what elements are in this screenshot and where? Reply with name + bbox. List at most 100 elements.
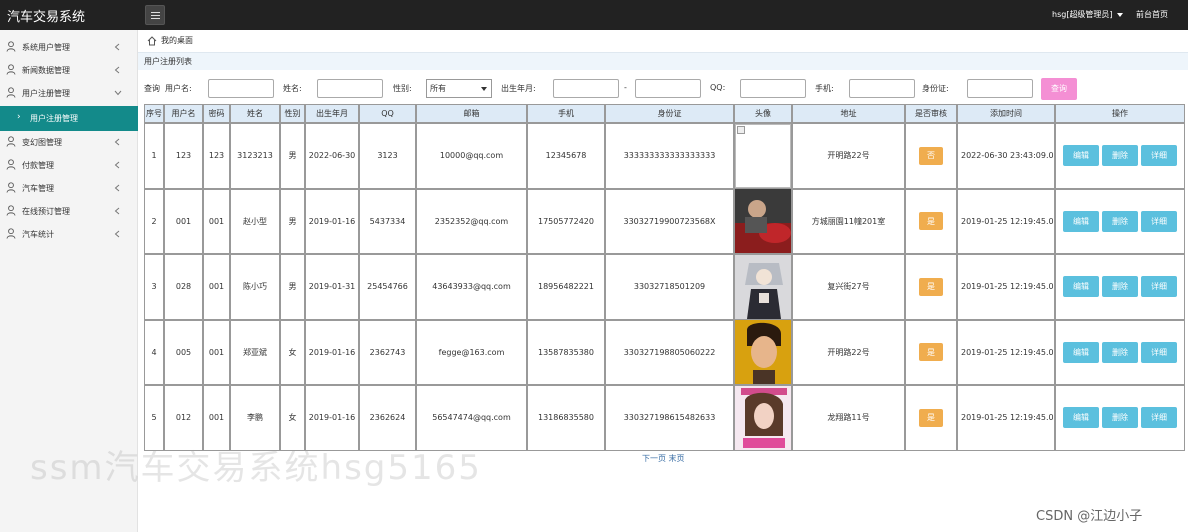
edit-button[interactable]: 编辑	[1063, 407, 1099, 429]
broken-image-icon	[737, 125, 745, 134]
idcard-label: 身份证:	[922, 84, 949, 93]
sidebar-item-label: 汽车管理	[22, 183, 54, 193]
delete-button[interactable]: 删除	[1102, 145, 1138, 167]
sidebar-item-label: 付款管理	[22, 160, 54, 170]
detail-button[interactable]: 详细	[1141, 145, 1177, 167]
chevron-left-icon	[114, 138, 120, 146]
delete-button[interactable]: 删除	[1102, 276, 1138, 298]
avatar	[735, 189, 791, 254]
edit-button[interactable]: 编辑	[1063, 276, 1099, 298]
sidebar-item-label: 用户注册管理	[22, 88, 70, 98]
sidebar-item-payment[interactable]: 付款管理	[0, 154, 138, 176]
edit-button[interactable]: 编辑	[1063, 145, 1099, 167]
qq-input[interactable]	[740, 79, 806, 98]
table-cell: 2	[144, 188, 164, 254]
table-cell: 5437334	[359, 188, 416, 254]
chevron-left-icon	[114, 66, 120, 74]
column-header: 手机	[527, 104, 605, 123]
table-cell: 001	[203, 188, 230, 254]
detail-button[interactable]: 详细	[1141, 341, 1177, 363]
audit-badge[interactable]: 是	[919, 343, 943, 362]
detail-button[interactable]: 详细	[1141, 210, 1177, 232]
sidebar-item-news-data[interactable]: 新闻数据管理	[0, 59, 138, 81]
front-page-link[interactable]: 前台首页	[1136, 9, 1168, 20]
video-watermark: ssm汽车交易系统hsg5165	[30, 448, 482, 488]
table-cell: 是	[905, 188, 957, 254]
phone-input[interactable]	[849, 79, 915, 98]
chevron-left-icon	[114, 161, 120, 169]
avatar-cell	[734, 188, 792, 254]
table-cell: 2362743	[359, 319, 416, 385]
user-icon	[6, 64, 16, 75]
sidebar-item-carousel[interactable]: 变幻图管理	[0, 131, 138, 153]
table-cell: 2352352@qq.com	[416, 188, 527, 254]
user-menu[interactable]: hsg[超级管理员]	[1052, 9, 1123, 20]
birth-start-input[interactable]	[553, 79, 619, 98]
user-icon	[6, 87, 16, 98]
column-header: QQ	[359, 104, 416, 123]
detail-button[interactable]: 详细	[1141, 276, 1177, 298]
table-cell: 是	[905, 319, 957, 385]
sidebar-item-system-users[interactable]: 系统用户管理	[0, 36, 138, 58]
table-cell: 开明路22号	[792, 319, 905, 385]
table-cell: 3123	[359, 123, 416, 189]
column-header: 姓名	[230, 104, 280, 123]
table-cell: 方城丽園11幢201室	[792, 188, 905, 254]
table-cell: 333333333333333333	[605, 123, 734, 189]
search-button[interactable]: 查询	[1041, 78, 1077, 100]
table-cell: 3123213	[230, 123, 280, 189]
sidebar-item-car[interactable]: 汽车管理	[0, 177, 138, 199]
audit-badge[interactable]: 是	[919, 277, 943, 296]
delete-button[interactable]: 删除	[1102, 407, 1138, 429]
sidebar-item-online-booking[interactable]: 在线预订管理	[0, 200, 138, 222]
username-input[interactable]	[208, 79, 274, 98]
detail-button[interactable]: 详细	[1141, 407, 1177, 429]
column-header: 序号	[144, 104, 164, 123]
pagination[interactable]: 下一页 末页	[642, 453, 685, 464]
birth-label: 出生年月:	[501, 84, 536, 93]
breadcrumb-home[interactable]: 我的桌面	[161, 35, 193, 46]
table-cell: 2019-01-16	[305, 319, 359, 385]
audit-badge[interactable]: 是	[919, 408, 943, 427]
edit-button[interactable]: 编辑	[1063, 210, 1099, 232]
birth-end-input[interactable]	[635, 79, 701, 98]
row-actions: 编辑 删除 详细	[1055, 385, 1185, 451]
avatar-cell	[734, 123, 792, 189]
column-header: 添加时间	[957, 104, 1055, 123]
column-header: 邮箱	[416, 104, 527, 123]
column-header: 头像	[734, 104, 792, 123]
avatar-cell	[734, 254, 792, 320]
edit-button[interactable]: 编辑	[1063, 341, 1099, 363]
audit-badge[interactable]: 是	[919, 212, 943, 231]
avatar	[735, 385, 791, 450]
csdn-credit: CSDN @江边小子	[1036, 509, 1143, 524]
sidebar-subitem-user-registration[interactable]: › 用户注册管理	[0, 106, 138, 131]
user-icon	[6, 136, 16, 147]
row-actions: 编辑 删除 详细	[1055, 123, 1185, 189]
menu-toggle-button[interactable]	[145, 5, 165, 25]
table-cell: 33032718501209	[605, 254, 734, 320]
panel-title-text: 用户注册列表	[144, 57, 192, 66]
sidebar-item-user-registration[interactable]: 用户注册管理	[0, 82, 138, 104]
idcard-input[interactable]	[967, 79, 1033, 98]
table-cell: 2019-01-25 12:19:45.0	[957, 385, 1055, 451]
user-icon	[6, 41, 16, 52]
sidebar-item-label: 在线预订管理	[22, 206, 70, 216]
name-input[interactable]	[317, 79, 383, 98]
top-bar: 汽车交易系统 hsg[超级管理员] 前台首页	[0, 0, 1188, 30]
user-icon	[6, 228, 16, 239]
gender-select-value: 所有	[430, 84, 446, 93]
sidebar-item-car-stats[interactable]: 汽车统计	[0, 223, 138, 245]
table-cell: 25454766	[359, 254, 416, 320]
table-cell: 2019-01-25 12:19:45.0	[957, 188, 1055, 254]
avatar	[735, 254, 791, 319]
delete-button[interactable]: 删除	[1102, 210, 1138, 232]
table-cell: 3	[144, 254, 164, 320]
table-cell: 男	[280, 123, 305, 189]
delete-button[interactable]: 删除	[1102, 341, 1138, 363]
avatar-cell	[734, 319, 792, 385]
audit-badge[interactable]: 否	[919, 146, 943, 165]
gender-select[interactable]: 所有	[426, 79, 492, 98]
table-cell: 2022-06-30 23:43:09.0	[957, 123, 1055, 189]
table-cell: 赵小型	[230, 188, 280, 254]
